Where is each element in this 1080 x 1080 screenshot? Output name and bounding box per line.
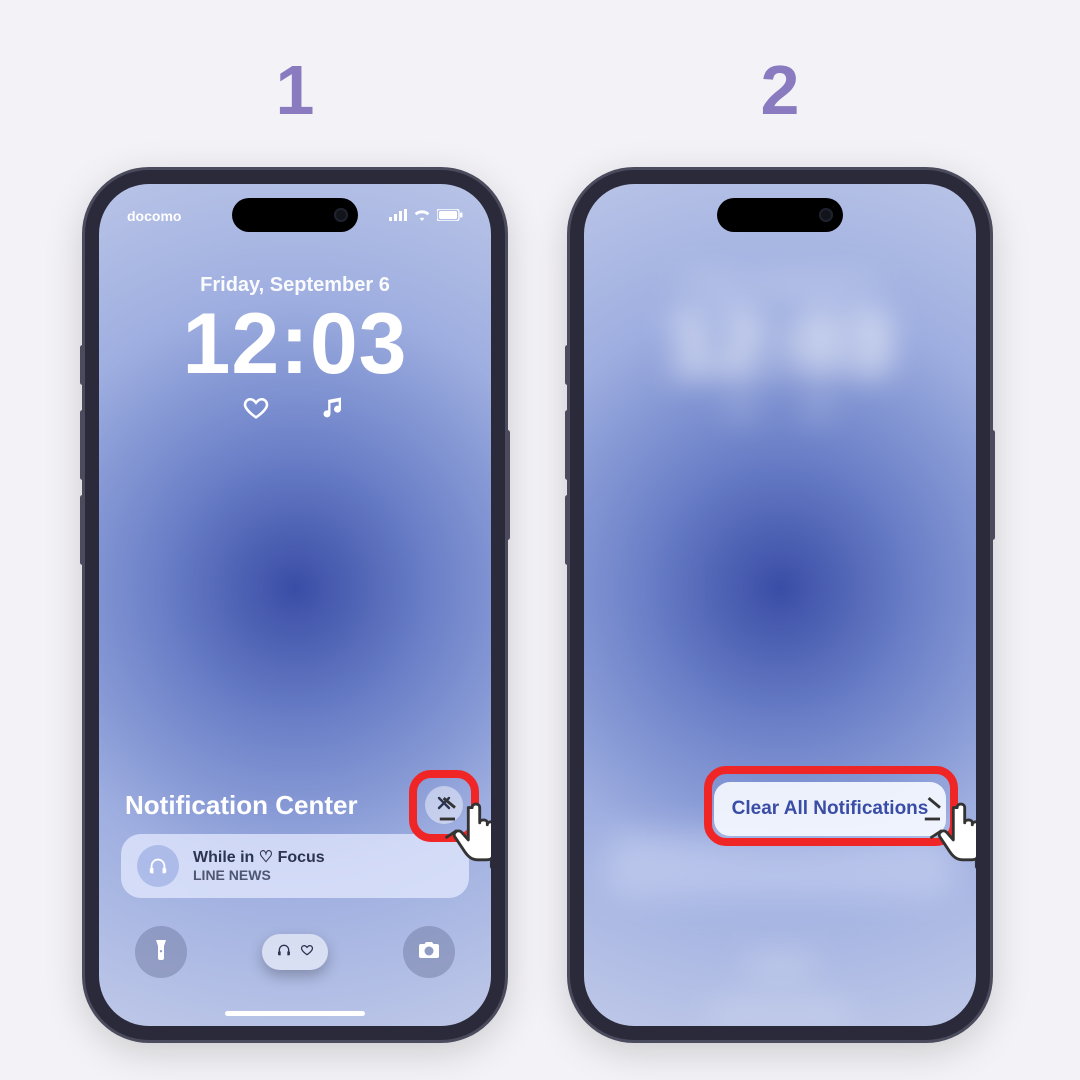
lockscreen-date: Friday, September 6 xyxy=(99,274,491,297)
pointer-hand-icon xyxy=(921,781,976,876)
lock-screen-blurred[interactable]: Friday, September 6 12:03 Clear All xyxy=(584,184,976,1026)
camera-icon xyxy=(417,938,441,967)
pointer-hand-icon xyxy=(436,781,491,876)
heart-icon xyxy=(727,394,755,427)
headphones-icon xyxy=(276,942,292,962)
heart-icon xyxy=(242,394,270,427)
mute-switch xyxy=(565,345,570,385)
home-indicator[interactable] xyxy=(225,1011,365,1016)
date-time-block: Friday, September 6 12:03 xyxy=(99,274,491,387)
step-number-2: 2 xyxy=(570,50,990,130)
wifi-icon xyxy=(413,208,431,225)
lockscreen-widgets xyxy=(584,394,976,427)
flashlight-icon xyxy=(149,938,173,967)
lock-screen[interactable]: docomo Friday, September 6 xyxy=(99,184,491,1026)
focus-indicator-ghost xyxy=(745,954,815,978)
headphones-icon xyxy=(137,845,179,887)
phone-frame-1: docomo Friday, September 6 xyxy=(85,170,505,1040)
mute-switch xyxy=(80,345,85,385)
notification-title: While in ♡ Focus xyxy=(193,848,325,867)
dynamic-island xyxy=(232,198,358,232)
cellular-signal-icon xyxy=(389,208,407,224)
music-icon xyxy=(320,394,348,427)
lockscreen-time: 12:03 xyxy=(99,301,491,387)
focus-indicator[interactable] xyxy=(262,934,328,970)
lockscreen-date: Friday, September 6 xyxy=(584,274,976,297)
volume-up-button xyxy=(565,410,570,480)
volume-down-button xyxy=(80,495,85,565)
flashlight-button[interactable] xyxy=(135,926,187,978)
lockscreen-time: 12:03 xyxy=(584,301,976,387)
carrier-label: docomo xyxy=(127,208,181,224)
battery-icon xyxy=(437,208,463,224)
dynamic-island xyxy=(717,198,843,232)
date-time-block: Friday, September 6 12:03 xyxy=(584,274,976,387)
camera-button[interactable] xyxy=(403,926,455,978)
volume-up-button xyxy=(80,410,85,480)
side-button xyxy=(990,430,995,540)
notification-card[interactable]: While in ♡ Focus LINE NEWS xyxy=(121,834,469,898)
highlight-rectangle xyxy=(704,766,958,846)
music-icon xyxy=(805,394,833,427)
heart-icon xyxy=(300,943,314,961)
phone-frame-2: Friday, September 6 12:03 Clear All xyxy=(570,170,990,1040)
notification-source: LINE NEWS xyxy=(193,867,325,884)
home-indicator[interactable] xyxy=(710,1011,850,1016)
lockscreen-widgets xyxy=(99,394,491,427)
notification-center-title: Notification Center xyxy=(125,790,358,821)
volume-down-button xyxy=(565,495,570,565)
step-number-1: 1 xyxy=(85,50,505,130)
side-button xyxy=(505,430,510,540)
